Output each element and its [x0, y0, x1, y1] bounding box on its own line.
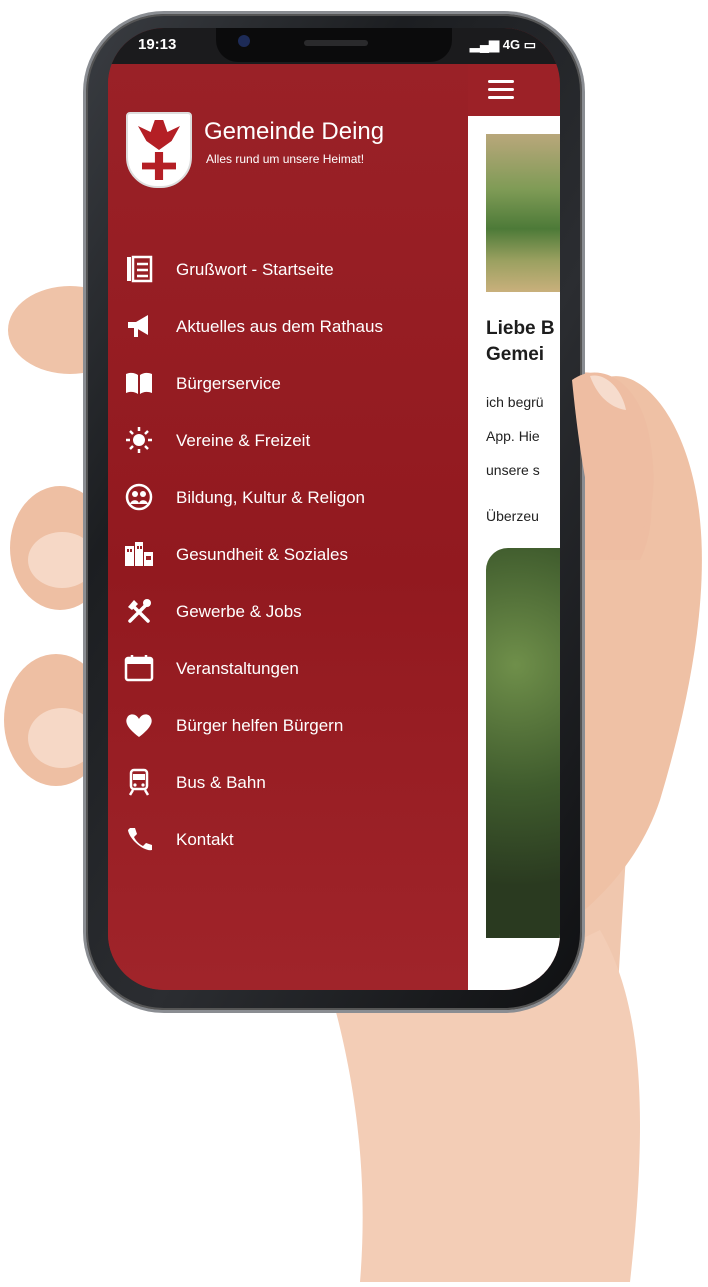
calendar-icon	[124, 654, 158, 682]
eagle-icon	[138, 120, 180, 150]
menu-item-aktuelles[interactable]: Aktuelles aus dem Rathaus	[108, 305, 468, 362]
app-header[interactable]: Gemeinde Deing Alles rund um unsere Heim…	[126, 112, 456, 192]
notch	[216, 28, 452, 62]
app-subtitle: Alles rund um unsere Heimat!	[206, 152, 365, 166]
menu-item-gewerbe[interactable]: Gewerbe & Jobs	[108, 590, 468, 647]
status-time: 19:13	[138, 36, 177, 53]
cross-icon	[142, 152, 176, 180]
signal-icon: ▂▄▆	[469, 37, 503, 52]
buildings-icon	[124, 540, 158, 568]
sun-icon	[124, 426, 158, 454]
menu-item-veranstaltungen[interactable]: Veranstaltungen	[108, 647, 468, 704]
coat-of-arms-logo	[126, 112, 192, 188]
portrait-photo	[486, 548, 560, 938]
menu-toggle-button[interactable]	[488, 80, 514, 100]
menu-item-vereine[interactable]: Vereine & Freizeit	[108, 419, 468, 476]
tools-icon	[124, 597, 158, 625]
menu-item-buergerservice[interactable]: Bürgerservice	[108, 362, 468, 419]
people-icon	[124, 483, 158, 511]
content-heading: Liebe B Gemei	[486, 318, 555, 365]
menu-label: Vereine & Freizeit	[176, 431, 311, 450]
content-paragraph-line: App. Hie	[486, 428, 540, 444]
menu-item-kontakt[interactable]: Kontakt	[108, 818, 468, 875]
status-bar: 19:13 ▂▄▆ 4G ▭	[108, 28, 560, 64]
menu-label: Veranstaltungen	[176, 659, 299, 678]
menu-item-gesundheit[interactable]: Gesundheit & Soziales	[108, 533, 468, 590]
content-paragraph-line: unsere s	[486, 462, 540, 478]
menu-item-bildung[interactable]: Bildung, Kultur & Religon	[108, 476, 468, 533]
menu-label: Bus & Bahn	[176, 773, 266, 792]
menu-label: Bürger helfen Bürgern	[176, 716, 344, 735]
menu-label: Aktuelles aus dem Rathaus	[176, 317, 383, 336]
train-icon	[124, 768, 158, 796]
menu-label: Grußwort - Startseite	[176, 260, 334, 279]
main-content-peek: Liebe B Gemei ich begrü App. Hie unsere …	[468, 116, 560, 990]
camera-icon	[238, 35, 250, 47]
phone-icon	[124, 825, 158, 853]
battery-icon: ▭	[523, 37, 536, 52]
drawer-menu: Grußwort - Startseite Aktuelles aus dem …	[108, 248, 468, 875]
menu-label: Bürgerservice	[176, 374, 281, 393]
megaphone-icon	[124, 312, 158, 340]
menu-label: Gewerbe & Jobs	[176, 602, 302, 621]
app-title: Gemeinde Deing	[204, 118, 385, 145]
menu-label: Kontakt	[176, 830, 234, 849]
speaker-grille	[304, 40, 368, 46]
navigation-drawer: Gemeinde Deing Alles rund um unsere Heim…	[108, 64, 468, 990]
app-screen: 19:13 ▂▄▆ 4G ▭ Gemeinde Deing Alles rund…	[108, 28, 560, 990]
menu-item-grusswort[interactable]: Grußwort - Startseite	[108, 248, 468, 305]
status-network: ▂▄▆ 4G ▭	[469, 37, 536, 52]
book-icon	[124, 369, 158, 397]
heart-icon	[124, 711, 158, 739]
content-paragraph-line: Überzeu	[486, 508, 539, 524]
menu-label: Gesundheit & Soziales	[176, 545, 348, 564]
landscape-photo	[486, 134, 560, 292]
menu-item-bus-bahn[interactable]: Bus & Bahn	[108, 761, 468, 818]
menu-label: Bildung, Kultur & Religon	[176, 488, 366, 507]
content-paragraph-line: ich begrü	[486, 394, 544, 410]
document-icon	[124, 255, 158, 283]
menu-item-buerger-helfen[interactable]: Bürger helfen Bürgern	[108, 704, 468, 761]
